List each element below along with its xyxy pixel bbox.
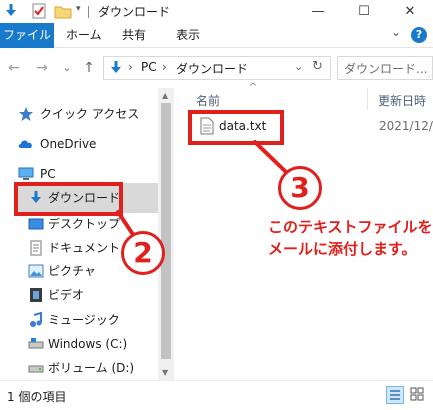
file-modified: 2021/12/14 [379, 119, 433, 133]
sidebar-item-music[interactable]: ミュージック [0, 309, 158, 331]
highlight-box-file [188, 110, 284, 145]
ribbon-expand-icon[interactable]: ⌄ [391, 25, 401, 39]
tab-view[interactable]: 表示 [176, 23, 200, 48]
tab-home[interactable]: ホーム [66, 23, 102, 48]
pc-icon [18, 167, 34, 180]
sidebar-item-label: クイック アクセス [40, 107, 140, 121]
item-count: 1 個の項目 [7, 390, 67, 404]
pictures-icon [28, 264, 44, 278]
video-icon [30, 288, 42, 302]
scroll-up-icon[interactable]: ▲ [162, 91, 168, 100]
column-header-modified[interactable]: 更新日時 [378, 92, 426, 109]
refresh-icon[interactable]: ↻ [312, 59, 323, 74]
sidebar-item-drive-c[interactable]: Windows (C:) [0, 333, 158, 355]
highlight-box-downloads [14, 182, 123, 216]
sidebar-scrollbar-thumb[interactable] [161, 103, 171, 359]
sidebar-item-label: ピクチャ [48, 264, 96, 278]
sidebar-item-onedrive[interactable]: OneDrive [0, 133, 158, 155]
minimize-button[interactable]: — [295, 0, 341, 23]
properties-icon[interactable] [31, 3, 47, 19]
help-icon[interactable]: ? [411, 27, 427, 43]
step-badge-3: 3 [278, 166, 322, 210]
sidebar-item-label: ボリューム (D:) [48, 361, 135, 375]
maximize-button[interactable]: ☐ [341, 0, 387, 23]
instruction-line-1: このテキストファイルを [268, 218, 433, 236]
scroll-down-icon[interactable]: ▼ [162, 368, 168, 377]
download-icon [6, 4, 16, 16]
breadcrumb-separator: › [128, 60, 133, 74]
address-dropdown-icon[interactable]: ⌄ [294, 60, 303, 73]
sidebar-item-label: Windows (C:) [48, 337, 128, 351]
music-icon [30, 312, 42, 327]
column-header-name[interactable]: 名前 [196, 92, 220, 109]
column-separator[interactable] [367, 88, 368, 110]
ribbon [0, 23, 433, 48]
document-icon [30, 240, 42, 256]
new-folder-icon[interactable] [54, 4, 72, 19]
sidebar-item-label: OneDrive [40, 137, 97, 151]
details-view-button[interactable] [386, 386, 404, 404]
up-button[interactable]: ↑ [79, 57, 99, 79]
back-button[interactable]: ← [4, 57, 24, 79]
search-input[interactable]: ダウンロード... [344, 60, 427, 77]
forward-button[interactable]: → [32, 57, 52, 79]
large-icons-view-icon [410, 387, 424, 401]
close-button[interactable]: ✕ [387, 0, 433, 23]
large-icons-view-button[interactable] [409, 386, 427, 404]
cloud-icon [18, 140, 32, 148]
instruction-line-2: メールに添付します。 [268, 240, 417, 258]
star-icon [19, 107, 33, 121]
recent-locations-button[interactable]: ⌄ [57, 57, 77, 79]
drive-c-icon [28, 338, 44, 349]
tab-file[interactable]: ファイル [0, 23, 54, 48]
sidebar-item-label: デスクトップ [48, 217, 121, 231]
sort-indicator-icon: ^ [249, 82, 258, 93]
step-badge-2: 2 [121, 231, 165, 275]
sidebar-item-drive-d[interactable]: ボリューム (D:) [0, 357, 158, 379]
sidebar-item-quick-access[interactable]: クイック アクセス [0, 103, 158, 125]
window-title: ダウンロード [98, 5, 171, 19]
desktop-icon [28, 218, 44, 230]
title-separator [88, 6, 89, 18]
sidebar-item-label: ドキュメント [48, 241, 121, 255]
details-view-icon [390, 390, 400, 400]
sidebar-item-videos[interactable]: ビデオ [0, 284, 158, 306]
quick-access-toolbar-dropdown[interactable]: ▾ [76, 4, 81, 14]
sidebar-item-label: ミュージック [48, 313, 120, 327]
sidebar-item-label: ビデオ [48, 288, 85, 302]
drive-d-icon [28, 365, 44, 373]
tab-share[interactable]: 共有 [122, 23, 146, 48]
breadcrumb-pc[interactable]: PC [141, 60, 157, 74]
breadcrumb-downloads[interactable]: ダウンロード [176, 60, 248, 77]
breadcrumb-separator: › [162, 60, 167, 74]
download-icon [111, 61, 121, 73]
